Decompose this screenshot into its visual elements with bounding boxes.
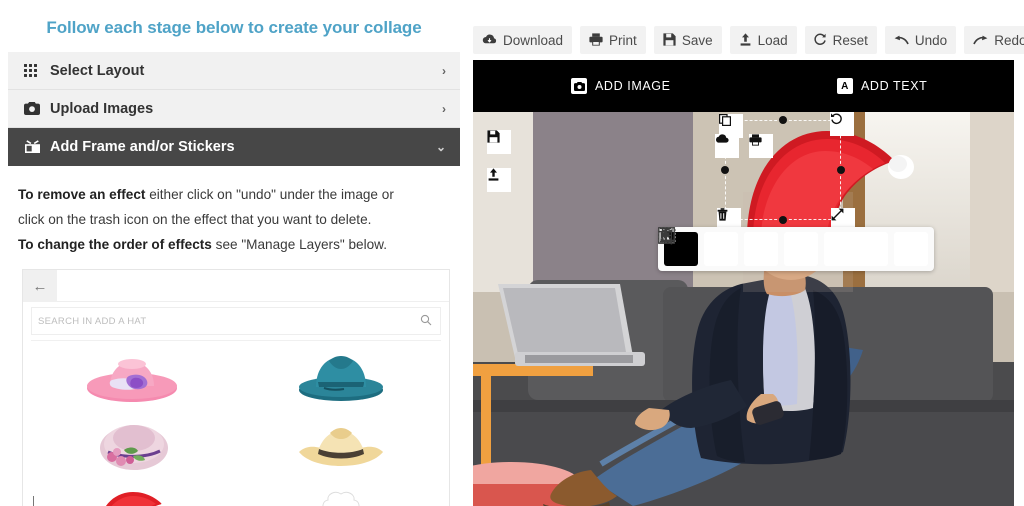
instruction-line-3: To change the order of effects see "Mana… (18, 232, 454, 257)
save-button[interactable]: Save (653, 26, 722, 54)
undo-label: Undo (914, 32, 948, 48)
image-frame-icon[interactable] (658, 227, 738, 266)
download-button[interactable]: Download (473, 26, 573, 54)
reset-button[interactable]: Reset (804, 26, 877, 54)
left-control-panel: Follow each stage below to create your c… (0, 0, 468, 506)
accordion-label-select-layout: Select Layout (50, 62, 145, 79)
sticker-teal-fedora-hat[interactable] (236, 347, 445, 409)
page-title: Follow each stage below to create your c… (46, 18, 422, 37)
handle-bottom-center[interactable] (779, 216, 787, 224)
text-caret (33, 496, 34, 506)
redo-label: Redo (994, 32, 1024, 48)
rotate-sticker-button[interactable] (830, 112, 854, 136)
upload-icon (739, 32, 752, 48)
handle-mid-right[interactable] (837, 166, 845, 174)
add-image-button[interactable]: ADD IMAGE (571, 78, 671, 94)
instruction-3-rest: see "Manage Layers" below. (211, 237, 388, 252)
add-text-label: ADD TEXT (861, 79, 928, 93)
add-image-label: ADD IMAGE (595, 79, 671, 93)
instructions-text: To remove an effect either click on "und… (0, 166, 468, 263)
cloud-download-icon (482, 34, 497, 47)
floppy-disk-icon (663, 32, 676, 48)
download-label: Download (503, 32, 564, 48)
photo-canvas[interactable] (473, 112, 1014, 506)
print-sticker-button[interactable] (749, 134, 773, 158)
chevron-right-icon: › (442, 101, 446, 116)
sticker-pink-sun-hat[interactable] (27, 347, 236, 409)
stages-accordion: Select Layout › Upload Images › Add Fram… (8, 52, 460, 166)
instruction-1-bold: To remove an effect (18, 187, 146, 202)
right-canvas-panel: Download Print Save Load Reset Undo Redo… (468, 0, 1024, 506)
print-label: Print (609, 32, 637, 48)
sticker-grid (23, 341, 449, 506)
save-label: Save (681, 32, 713, 48)
instruction-line-2: click on the trash icon on the effect th… (18, 212, 372, 227)
chevron-right-icon: › (442, 63, 446, 78)
accordion-label-upload-images: Upload Images (50, 100, 154, 117)
print-button[interactable]: Print (580, 26, 646, 54)
back-arrow-icon[interactable]: ← (23, 270, 57, 302)
refresh-icon (814, 33, 827, 48)
handle-mid-left[interactable] (721, 166, 729, 174)
instruction-line-1: To remove an effect either click on "und… (18, 182, 454, 207)
load-label: Load (757, 32, 788, 48)
save-canvas-button[interactable] (487, 130, 511, 154)
flip-refresh-icon[interactable] (660, 228, 928, 266)
instruction-3-bold: To change the order of effects (18, 237, 212, 252)
search-input[interactable] (38, 315, 420, 327)
accordion-item-upload-images[interactable]: Upload Images › (8, 90, 460, 128)
reset-label: Reset (832, 32, 868, 48)
sticker-edit-toolbar (658, 227, 934, 271)
sticker-search-row (23, 302, 449, 341)
undo-arrow-icon (894, 34, 909, 47)
collage-editor-app: Follow each stage below to create your c… (0, 0, 1024, 506)
redo-button[interactable]: Redo (964, 26, 1024, 54)
add-text-button[interactable]: A ADD TEXT (837, 78, 927, 94)
bring-front-send-back-icon[interactable] (660, 227, 888, 266)
grid-frame-icon[interactable] (658, 227, 818, 266)
letter-a-icon: A (837, 78, 853, 94)
main-toolbar: Download Print Save Load Reset Undo Redo (468, 0, 1024, 62)
camera-icon (24, 102, 44, 115)
redo-arrow-icon (973, 34, 988, 47)
search-icon[interactable] (420, 314, 432, 329)
printer-icon (589, 32, 603, 48)
sticker-white-red-santa-hat[interactable] (236, 479, 445, 506)
grid-icon (24, 64, 44, 77)
sticker-red-santa-hat[interactable] (27, 479, 236, 506)
download-sticker-button[interactable] (715, 134, 739, 158)
upload-canvas-button[interactable] (487, 168, 511, 192)
sticker-browser-header: ← (23, 270, 449, 302)
camera-icon (571, 78, 587, 94)
accordion-label-add-frame-stickers: Add Frame and/or Stickers (50, 139, 235, 155)
sticker-search-box[interactable] (31, 307, 441, 335)
accordion-item-add-frame-stickers[interactable]: Add Frame and/or Stickers ⌄ (8, 128, 460, 166)
sticker-floral-straw-hat[interactable] (27, 413, 236, 475)
instruction-1-rest: either click on "undo" under the image o… (145, 187, 394, 202)
undo-button[interactable]: Undo (884, 26, 957, 54)
handle-top-center[interactable] (779, 116, 787, 124)
sticker-browser: ← (22, 269, 450, 506)
sticker-tan-straw-cowboy-hat[interactable] (236, 413, 445, 475)
sticker-icon (24, 140, 44, 154)
crop-icon[interactable] (658, 227, 778, 266)
canvas-action-bar: ADD IMAGE A ADD TEXT (473, 60, 1014, 112)
accordion-item-select-layout[interactable]: Select Layout › (8, 52, 460, 90)
canvas-area: ADD IMAGE A ADD TEXT (473, 60, 1014, 506)
chevron-down-icon: ⌄ (435, 140, 446, 154)
load-button[interactable]: Load (729, 26, 797, 54)
